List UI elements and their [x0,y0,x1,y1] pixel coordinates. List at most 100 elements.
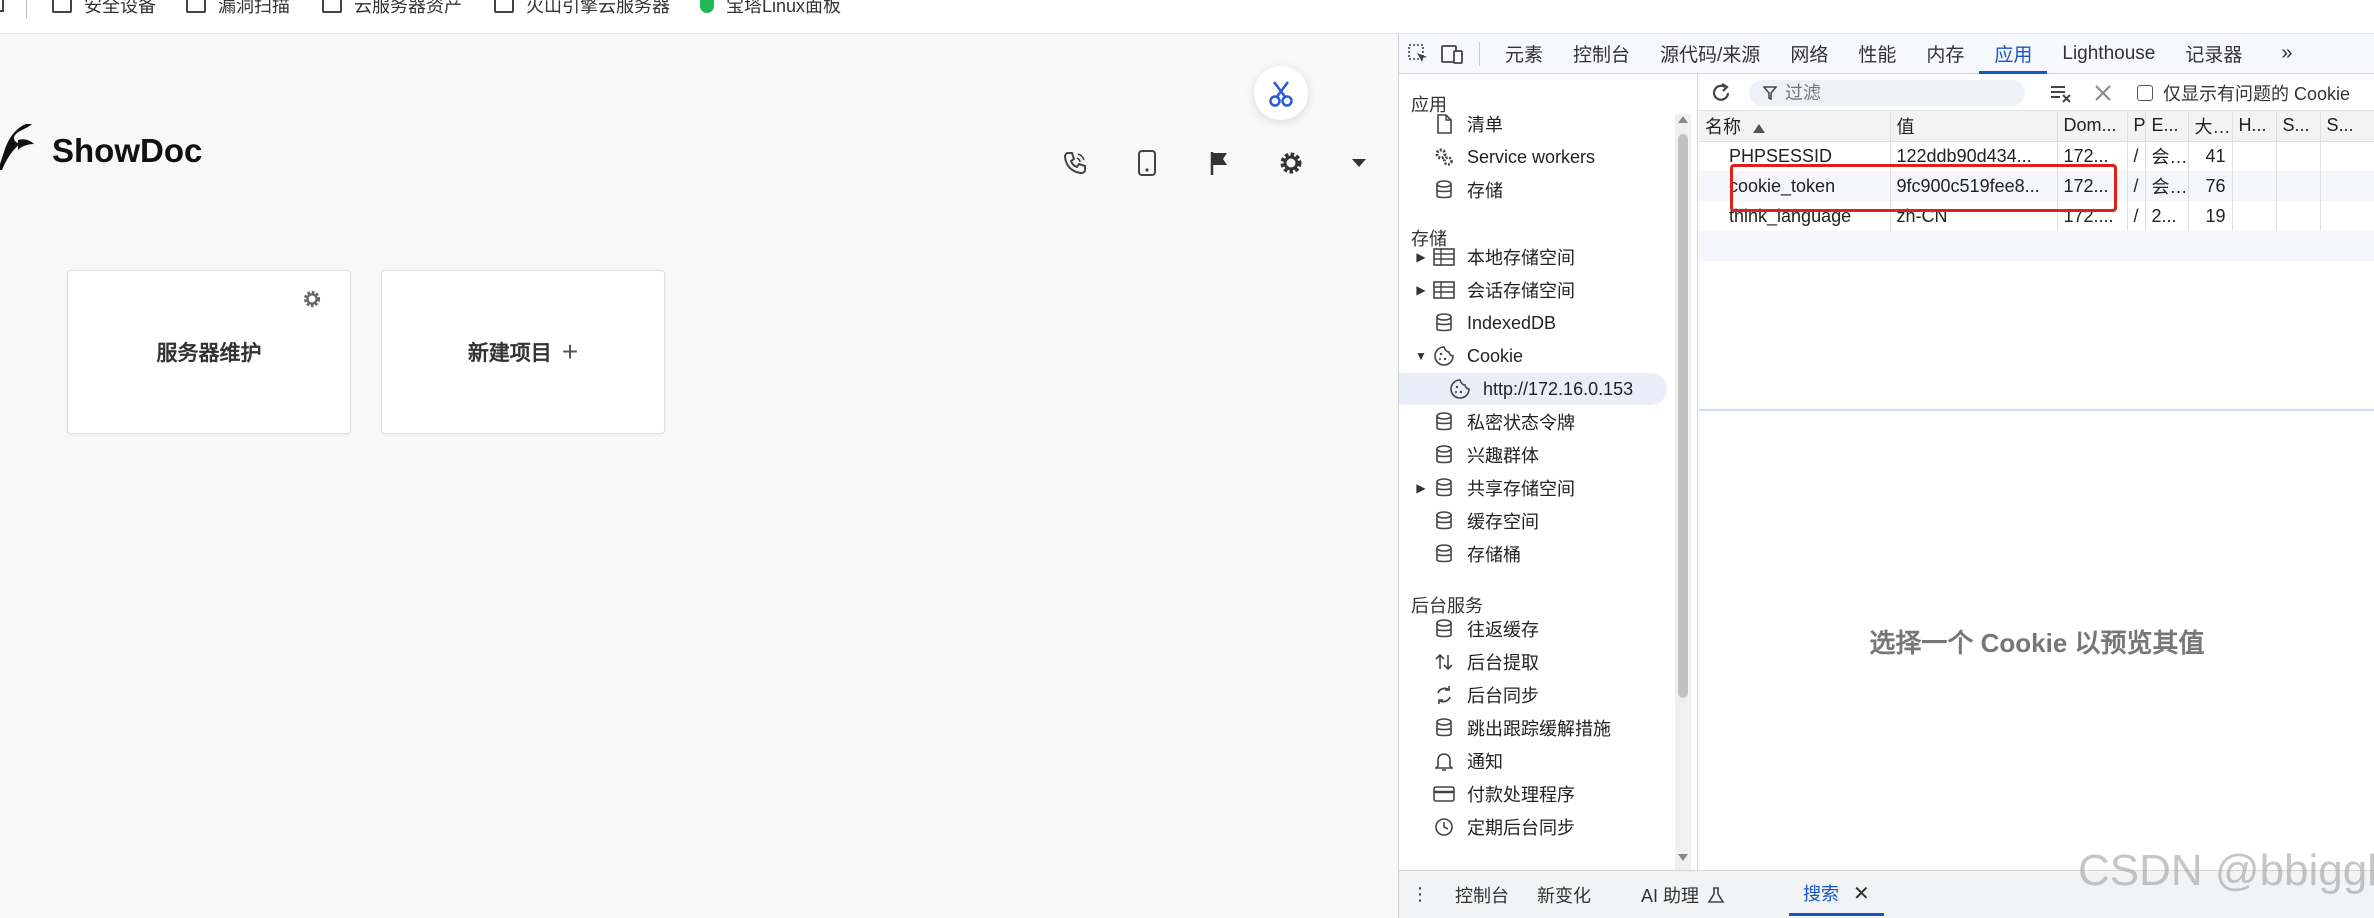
device-toolbar-icon[interactable] [1435,34,1469,74]
table-header-row: 名称 值 Dom... P E... 大... H... S... S... [1699,111,2374,142]
only-issues-checkbox[interactable] [2137,85,2153,101]
bookmark-folder[interactable]: 云服务器资产 [322,0,462,19]
showdoc-app: ShowDoc 服务器维护 新建项目 + [0,34,1398,918]
drawer-tab-ai-assistant[interactable]: AI 助理 [1627,874,1739,916]
tab-elements[interactable]: 元素 [1490,34,1558,74]
column-header-domain[interactable]: Dom... [2057,111,2128,142]
folder-icon [494,0,514,13]
watermark: CSDN @bbiggl [2078,846,2374,895]
bookmark-label: 火山引擎云服务器 [526,0,670,16]
column-header-expires[interactable]: E... [2145,111,2189,142]
tab-recorder[interactable]: 记录器 [2170,34,2257,74]
sidebar-divider[interactable] [1697,74,1698,874]
expand-arrow-icon[interactable]: ▶ [1411,481,1431,495]
only-issues-toggle[interactable]: 仅显示有问题的 Cookie [2137,75,2350,111]
column-header-httponly[interactable]: H... [2232,111,2277,142]
tab-lighthouse[interactable]: Lighthouse [2047,34,2170,74]
bookmark-folder[interactable]: 漏洞扫描 [186,0,290,19]
sidebar-item-background-sync[interactable]: 后台同步 [1399,679,1689,711]
filter-input[interactable] [1785,82,2015,104]
sidebar-item-label: Cookie [1467,345,1524,366]
sidebar-item-label: http://172.16.0.153 [1483,378,1634,399]
sidebar-item-cache-storage[interactable]: 缓存空间 [1399,505,1689,537]
tab-console[interactable]: 控制台 [1558,34,1645,74]
column-header-secure[interactable]: S... [2276,111,2321,142]
flag-icon[interactable] [1204,148,1234,178]
cookie-path: / [2127,201,2146,231]
clear-all-cookies-icon[interactable] [2049,81,2073,105]
column-header-value[interactable]: 值 [1890,111,2058,142]
sidebar-item-label: 缓存空间 [1467,512,1539,532]
sidebar-item-payment-handler[interactable]: 付款处理程序 [1399,778,1689,810]
drawer-tab-console[interactable]: 控制台 [1441,874,1523,916]
bookmarks-bar: 安全设备 漏洞扫描 云服务器资产 火山引擎云服务器 宝塔Linux面板 [0,0,2374,34]
column-header-name[interactable]: 名称 [1699,111,1891,142]
mobile-icon[interactable] [1132,148,1162,178]
drawer-menu-icon[interactable]: ⋮ [1399,874,1441,916]
bookmark-folder[interactable]: 火山引擎云服务器 [494,0,670,19]
sidebar-item-notifications[interactable]: 通知 [1399,745,1689,777]
close-icon[interactable]: ✕ [1853,881,1870,906]
scroll-up-icon[interactable] [1678,116,1688,123]
expand-arrow-icon[interactable]: ▶ [1411,283,1431,297]
project-settings-icon[interactable] [302,289,322,309]
sidebar-item-label: 本地存储空间 [1467,248,1575,268]
sidebar-item-background-fetch[interactable]: 后台提取 [1399,646,1689,678]
sidebar-item-interest-groups[interactable]: 兴趣群体 [1399,439,1689,471]
sidebar-item-private-state-tokens[interactable]: 私密状态令牌 [1399,406,1689,438]
project-card[interactable]: 服务器维护 [67,270,351,434]
tab-application[interactable]: 应用 [1979,34,2048,74]
brand-name: ShowDoc [52,132,203,169]
filter-box[interactable] [1749,80,2025,106]
sidebar-item-label: 跳出跟踪缓解措施 [1467,719,1611,739]
column-header-path[interactable]: P [2127,111,2146,142]
sidebar-item-cookie[interactable]: ▼ Cookie [1399,340,1689,372]
dropdown-caret-icon[interactable] [1344,148,1374,178]
collapse-arrow-icon[interactable]: ▼ [1411,349,1431,363]
sidebar-item-periodic-sync[interactable]: 定期后台同步 [1399,811,1689,843]
tab-sources[interactable]: 源代码/来源 [1645,34,1775,74]
tab-memory[interactable]: 内存 [1911,34,1979,74]
bookmark-link[interactable]: 宝塔Linux面板 [700,0,841,19]
tab-network[interactable]: 网络 [1775,34,1843,74]
database-icon [1431,510,1457,532]
screenshot-tool-button[interactable] [1254,66,1308,120]
drawer-tab-whats-new[interactable]: 新变化 [1523,874,1605,916]
inspect-element-icon[interactable] [1401,34,1435,74]
tab-performance[interactable]: 性能 [1843,34,1911,74]
database-icon [1431,411,1457,433]
sidebar-item-bfcache[interactable]: 往返缓存 [1399,613,1689,645]
bookmark-label: 漏洞扫描 [218,0,290,16]
sidebar-item-label: 会话存储空间 [1467,281,1575,301]
delete-selected-icon[interactable] [2093,83,2113,103]
column-header-samesite[interactable]: S... [2320,111,2374,142]
sidebar-item-indexeddb[interactable]: IndexedDB [1399,307,1689,339]
sidebar-item-label: 后台提取 [1467,653,1539,673]
sidebar-item-shared-storage[interactable]: ▶ 共享存储空间 [1399,472,1689,504]
sidebar-item-cookie-origin[interactable]: http://172.16.0.153 [1399,373,1667,405]
phone-icon[interactable] [1060,148,1090,178]
sidebar-item-storage[interactable]: 存储 [1399,174,1689,206]
sidebar-item-manifest[interactable]: 清单 [1399,108,1689,140]
drawer-tab-search[interactable]: 搜索 ✕ [1789,874,1884,916]
cookie-icon [1431,345,1457,367]
cookie-size: 19 [2188,201,2233,231]
refresh-icon[interactable] [1709,81,1733,105]
sidebar-item-session-storage[interactable]: ▶ 会话存储空间 [1399,274,1689,306]
sidebar-scrollbar-thumb[interactable] [1678,134,1688,698]
expand-arrow-icon[interactable]: ▶ [1411,250,1431,264]
sidebar-item-bounce-tracking[interactable]: 跳出跟踪缓解措施 [1399,712,1689,744]
database-icon [1431,312,1457,334]
gears-icon [1431,146,1457,168]
sidebar-item-storage-buckets[interactable]: 存储桶 [1399,538,1689,570]
bookmark-overflow-icon[interactable] [0,0,4,12]
new-project-card[interactable]: 新建项目 + [381,270,665,434]
sidebar-item-service-workers[interactable]: Service workers [1399,141,1689,173]
more-tabs-button[interactable]: » [2281,42,2292,65]
column-header-size[interactable]: 大... [2188,111,2233,142]
bookmark-folder[interactable]: 安全设备 [52,0,156,19]
scroll-down-icon[interactable] [1678,854,1688,861]
gear-icon[interactable] [1276,148,1306,178]
sidebar-item-local-storage[interactable]: ▶ 本地存储空间 [1399,241,1689,273]
showdoc-logo-icon [0,124,34,170]
